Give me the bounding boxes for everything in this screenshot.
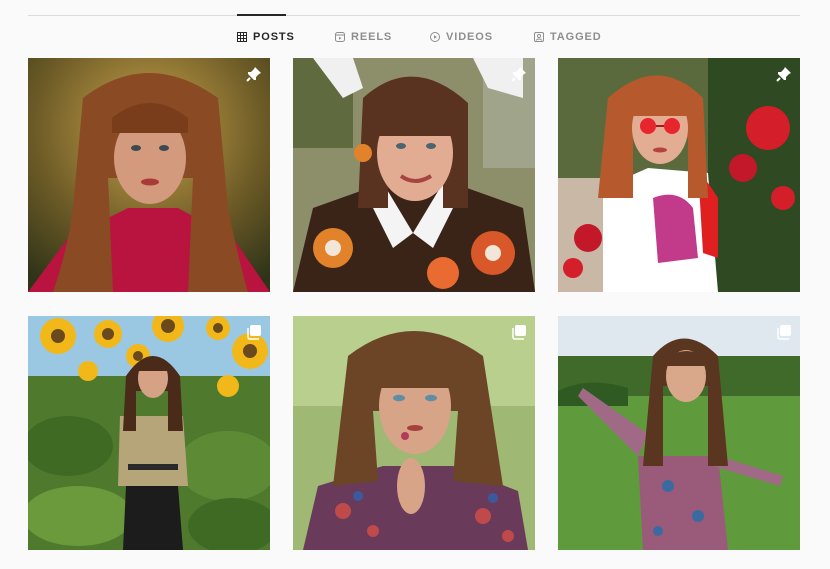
tab-videos[interactable]: VIDEOS [430,28,493,46]
multiple-photos-icon [246,324,262,340]
post-tile[interactable] [28,316,270,550]
post-photo [558,58,800,292]
grid-icon [237,32,247,42]
tab-tagged[interactable]: TAGGED [534,28,602,46]
post-tile[interactable] [293,58,535,292]
post-photo [293,316,535,550]
post-photo [558,316,800,550]
pin-icon [246,66,262,82]
post-tile[interactable] [558,58,800,292]
tab-reels-label: REELS [351,31,393,43]
tab-tagged-label: TAGGED [550,31,602,43]
pin-icon [511,66,527,82]
tab-videos-label: VIDEOS [446,31,493,43]
post-tile[interactable] [293,316,535,550]
multiple-photos-icon [511,324,527,340]
pin-icon [776,66,792,82]
tabs-divider [28,15,800,16]
reels-icon [335,32,345,42]
post-photo [293,58,535,292]
post-tile[interactable] [558,316,800,550]
tab-posts[interactable]: POSTS [237,28,295,46]
post-tile[interactable] [28,58,270,292]
tab-posts-label: POSTS [253,31,295,43]
tagged-icon [534,32,544,42]
multiple-photos-icon [776,324,792,340]
active-tab-indicator [237,14,286,16]
post-photo [28,58,270,292]
post-photo [28,316,270,550]
profile-tabs: POSTS REELS VIDEOS TAGGED [0,28,830,46]
play-icon [430,32,440,42]
tab-reels[interactable]: REELS [335,28,392,46]
